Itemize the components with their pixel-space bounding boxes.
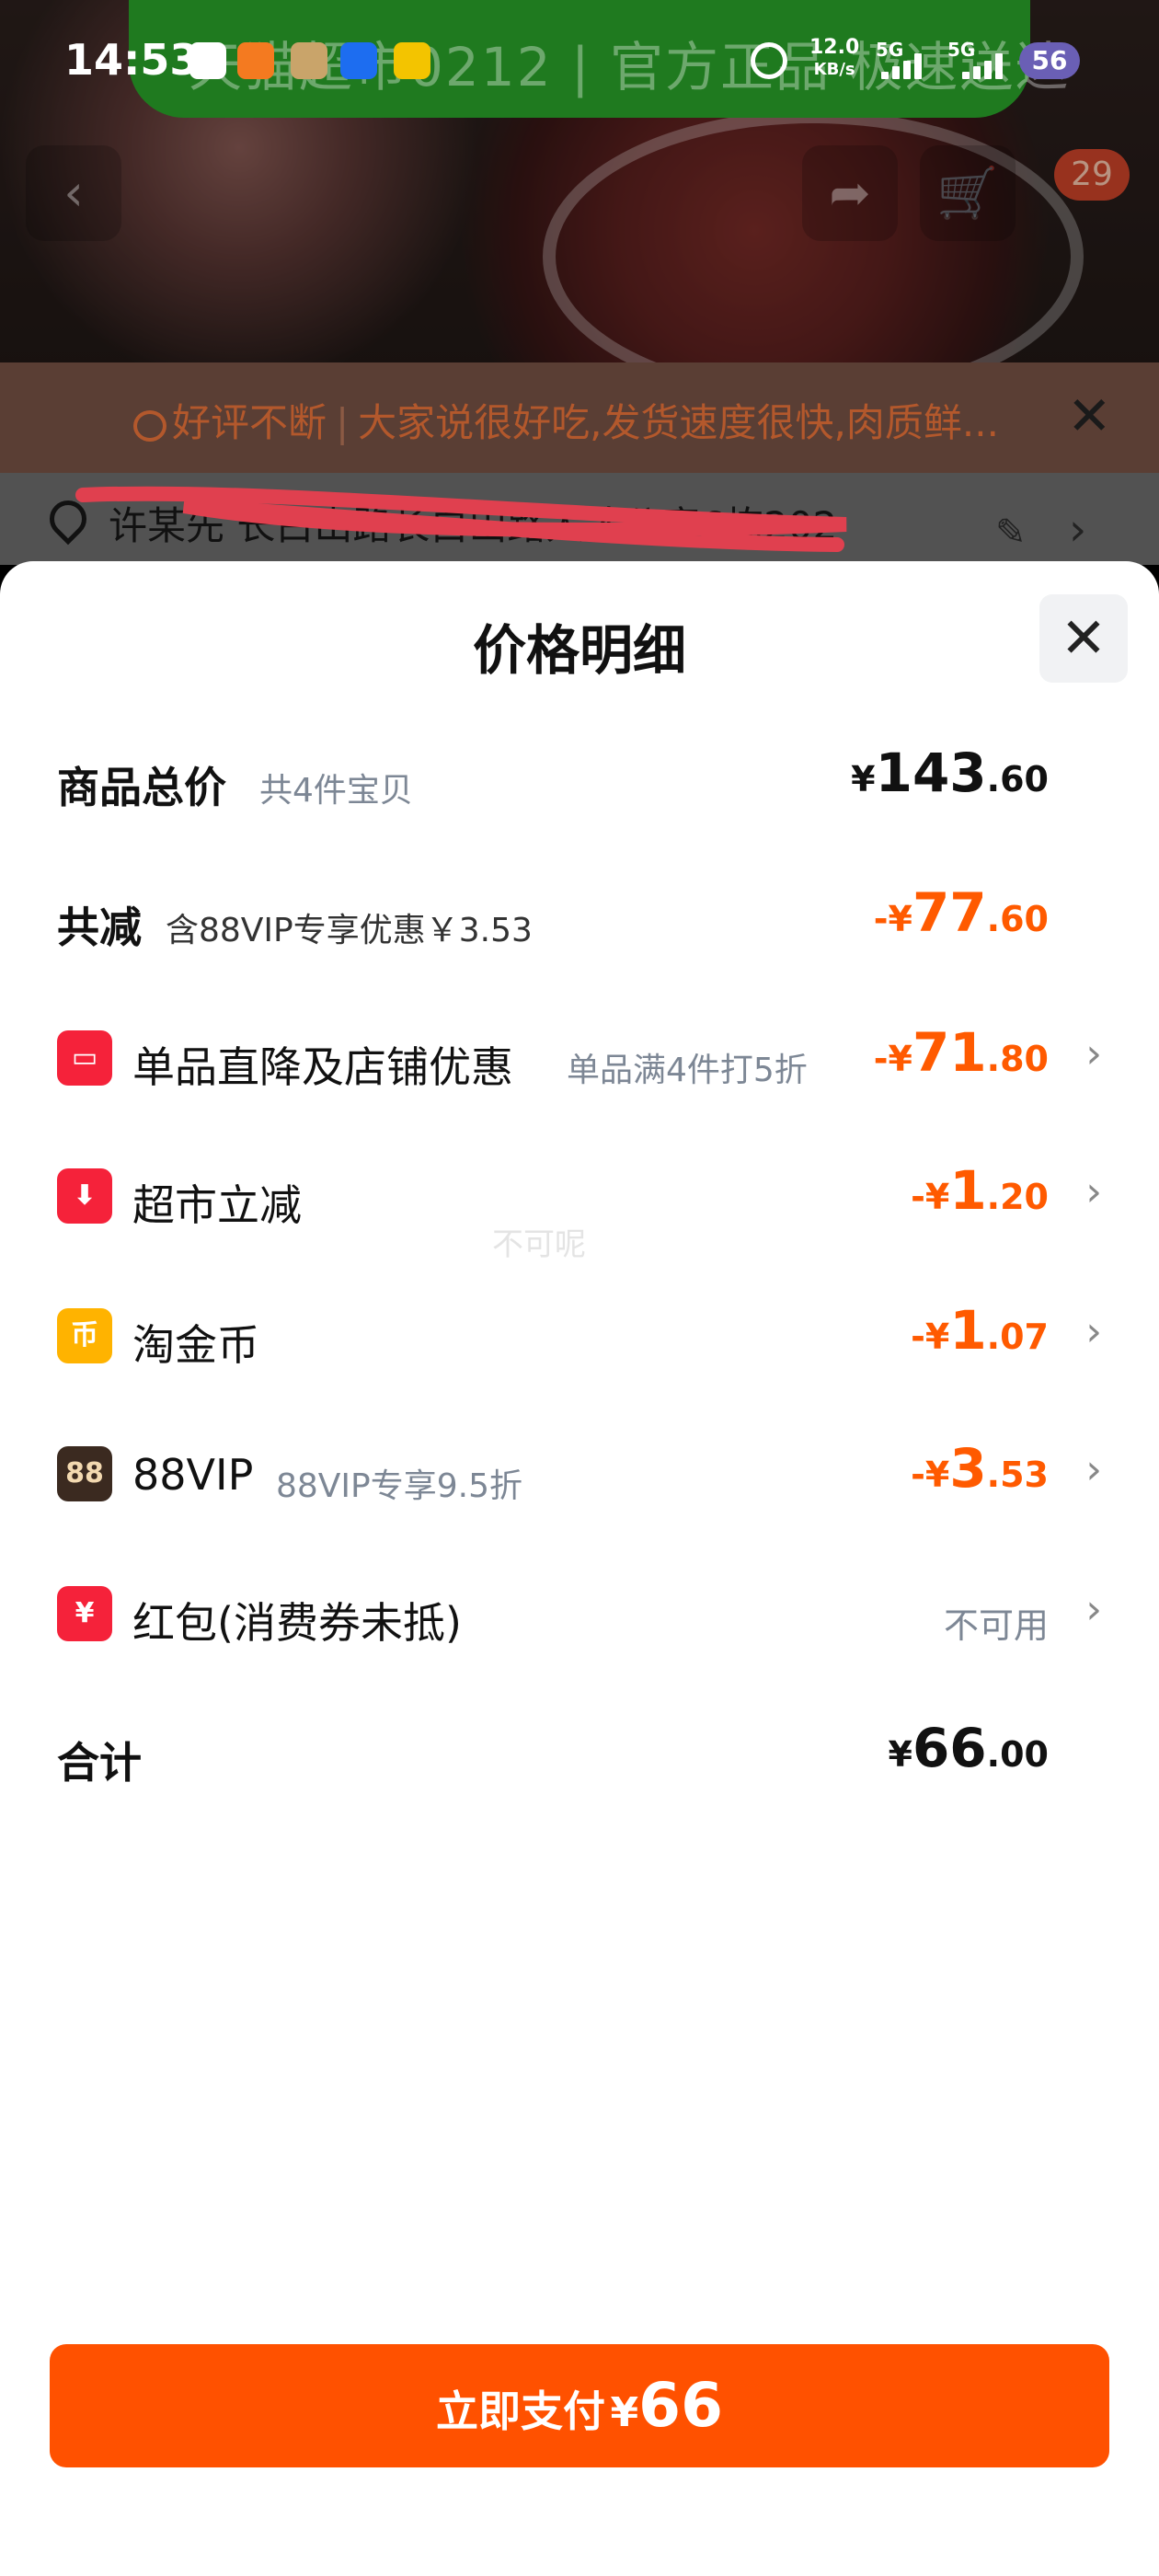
signal-bars-2 xyxy=(957,52,1008,79)
chevron-right-icon: › xyxy=(1085,1446,1102,1493)
red-packet-icon: ¥ xyxy=(57,1586,112,1641)
down-arrow-icon: ⬇ xyxy=(57,1168,112,1224)
row-sum: 合计 ¥66.00 xyxy=(57,1698,1102,1809)
row-amount: -¥77.60 xyxy=(873,881,1049,944)
chevron-right-icon: › xyxy=(1085,1586,1102,1633)
row-coin-discount[interactable]: 币 淘金币 -¥1.07 › xyxy=(57,1281,1102,1391)
row-amount: ¥143.60 xyxy=(851,742,1049,804)
row-status: 不可用 xyxy=(943,1605,1049,1646)
row-label: 红包(消费券未抵) xyxy=(132,1598,462,1648)
redaction-scribble xyxy=(75,486,847,552)
chevron-right-icon: › xyxy=(1085,1168,1102,1215)
pay-button-currency: ¥ xyxy=(610,2389,639,2436)
status-bar: 14:53 12.0 KB/s 5G 5G 56 xyxy=(0,0,1159,120)
row-label: 单品直降及店铺优惠 xyxy=(132,1042,513,1092)
chevron-right-icon[interactable]: › xyxy=(1069,504,1086,556)
row-amount: -¥1.20 xyxy=(911,1159,1049,1222)
sheet-title: 价格明细 xyxy=(472,619,686,682)
row-amount: -¥3.53 xyxy=(911,1437,1049,1500)
row-sub: 含88VIP专享优惠￥3.53 xyxy=(166,912,533,949)
pay-now-button[interactable]: 立即支付 ¥66 xyxy=(50,2344,1109,2467)
row-amount: -¥1.07 xyxy=(911,1299,1049,1362)
close-button[interactable]: ✕ xyxy=(1039,594,1128,683)
close-icon[interactable]: ✕ xyxy=(1067,385,1112,447)
row-goods-total: 商品总价 共4件宝贝 ¥143.60 xyxy=(57,723,1102,834)
chevron-right-icon: › xyxy=(1085,1030,1102,1077)
row-vip-discount[interactable]: 88 88VIP 88VIP专享9.5折 -¥3.53 › xyxy=(57,1419,1102,1529)
row-label: 淘金币 xyxy=(132,1320,259,1370)
watermark: 不可呢 xyxy=(492,1226,586,1263)
row-amount: -¥71.80 xyxy=(873,1021,1049,1084)
close-icon: ✕ xyxy=(1060,606,1107,671)
price-detail-sheet: 价格明细 ✕ 商品总价 共4件宝贝 ¥143.60 共减 含88VIP专享优惠￥… xyxy=(0,561,1159,2576)
row-label: 合计 xyxy=(57,1738,142,1788)
wechat-icon xyxy=(189,42,226,79)
row-label: 共减 xyxy=(57,903,142,952)
network-speed: 12.0 KB/s xyxy=(809,36,860,80)
chevron-right-icon: › xyxy=(1085,1308,1102,1355)
review-summary: 好评不断 | 大家说很好吃,发货速度很快,肉质鲜... xyxy=(133,392,999,448)
row-sub: 单品满4件打5折 xyxy=(567,1052,808,1089)
app-notification-icon-2 xyxy=(291,42,327,79)
row-total-discount: 共减 含88VIP专享优惠￥3.53 -¥77.60 xyxy=(57,863,1102,973)
pay-button-amount: 66 xyxy=(638,2370,724,2441)
review-label: 好评不断 xyxy=(172,400,327,445)
back-icon[interactable]: ‹ xyxy=(26,145,121,241)
app-notification-icon-1 xyxy=(237,42,274,79)
signal-bars-1 xyxy=(876,52,927,79)
cart-icon[interactable]: 🛒 xyxy=(920,145,1016,241)
shop-icon: ▭ xyxy=(57,1030,112,1086)
coin-icon: 币 xyxy=(57,1308,112,1363)
vip-icon: 88 xyxy=(57,1446,112,1501)
review-strip[interactable]: 好评不断 | 大家说很好吃,发货速度很快,肉质鲜... xyxy=(0,362,1159,473)
pay-button-label: 立即支付 xyxy=(435,2386,605,2436)
row-red-packet[interactable]: ¥ 红包(消费券未抵) 不可用 › xyxy=(57,1558,1102,1669)
edit-icon[interactable]: ✎ xyxy=(995,512,1027,554)
cart-count-badge: 29 xyxy=(1054,149,1130,201)
row-shop-discount[interactable]: ▭ 单品直降及店铺优惠 单品满4件打5折 -¥71.80 › xyxy=(57,1003,1102,1113)
review-text: 大家说很好吃,发货速度很快,肉质鲜... xyxy=(358,400,999,445)
status-time: 14:53 xyxy=(64,35,200,85)
share-icon[interactable]: ➦ xyxy=(802,145,898,241)
app-notification-icon-4 xyxy=(394,42,430,79)
alarm-icon xyxy=(751,42,787,79)
row-sub: 共4件宝贝 xyxy=(259,772,413,810)
battery-level: 56 xyxy=(1019,42,1080,79)
row-sub: 88VIP专享9.5折 xyxy=(276,1467,523,1505)
row-label: 超市立减 xyxy=(132,1180,302,1230)
app-notification-icon-3 xyxy=(340,42,377,79)
row-label: 88VIP xyxy=(132,1450,254,1500)
chat-bubble-icon xyxy=(133,409,166,442)
row-amount: ¥66.00 xyxy=(888,1717,1050,1779)
row-label: 商品总价 xyxy=(57,763,226,812)
